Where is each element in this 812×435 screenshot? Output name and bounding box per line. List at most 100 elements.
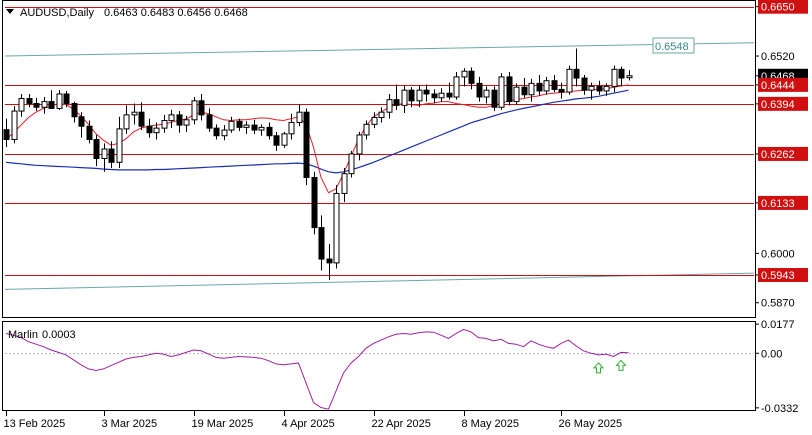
candle-body-bull: [243, 124, 250, 128]
indicator-name: Marlin: [8, 329, 38, 341]
level-price-label: 0.5943: [761, 270, 795, 282]
level-price-label: 0.6394: [761, 99, 795, 111]
candle-body-bear: [491, 89, 498, 108]
candle: [11, 106, 18, 144]
candle: [191, 97, 198, 125]
candle-body-bull: [543, 80, 550, 92]
indicator-tick-label: 0.0177: [761, 319, 795, 331]
candle-body-bull: [386, 99, 393, 113]
candle-body-bull: [41, 101, 48, 108]
ohlc-values: 0.6463 0.6483 0.6456 0.6468: [104, 7, 248, 19]
candle-body-bull: [528, 82, 535, 96]
candle-body-bear: [176, 114, 183, 126]
candle-body-bear: [408, 89, 415, 102]
candle-body-bear: [506, 76, 513, 103]
level-price-label: 0.6444: [761, 80, 795, 92]
candle-body-bear: [108, 148, 115, 163]
candle-body-bear: [236, 120, 243, 128]
candle-body-bull: [11, 110, 18, 141]
candle-body-bear: [423, 89, 430, 95]
time-tick-label: 13 Feb 2025: [4, 418, 66, 430]
time-tick-label: 22 Apr 2025: [372, 418, 431, 430]
candle-body-bear: [536, 82, 543, 92]
candle-body-bull: [153, 127, 160, 134]
candle-body-bear: [63, 93, 70, 104]
candle-body-bear: [618, 68, 625, 79]
candle-body-bull: [453, 76, 460, 98]
candle-body-bull: [438, 92, 445, 99]
candle-body-bull: [498, 76, 505, 108]
candle-body-bear: [93, 139, 100, 159]
candle-body-bear: [251, 124, 258, 131]
candle-body-bear: [521, 86, 528, 96]
candle-body-bear: [558, 88, 565, 93]
time-axis: 13 Feb 2025 3 Mar 2025 19 Mar 2025 4 Apr 20…: [4, 411, 623, 430]
candle-body-bull: [123, 114, 130, 130]
candle: [498, 73, 505, 110]
candle-body-bull: [191, 100, 198, 121]
candle-body-bear: [213, 127, 220, 137]
candle-body-bear: [318, 227, 325, 260]
candle-body-bear: [468, 70, 475, 84]
price-tick-label: 0.5870: [761, 298, 795, 310]
chart-canvas: 0.66500.65200.64680.64440.63940.62620.61…: [2, 0, 808, 430]
candle-body-bull: [401, 89, 408, 106]
candle-body-bull: [288, 121, 295, 135]
candle: [506, 71, 513, 106]
candle-body-bull: [333, 192, 340, 264]
candle-body-bull: [588, 85, 595, 91]
candle-body-bear: [581, 77, 588, 91]
candle-body-bull: [626, 75, 633, 79]
candle-body-bull: [168, 114, 175, 122]
candle-body-bear: [206, 114, 213, 129]
candle-body-bear: [198, 100, 205, 116]
candle-body-bull: [513, 86, 520, 103]
time-tick-label: 8 May 2025: [462, 418, 519, 430]
candle-body-bear: [78, 116, 85, 127]
candle-body-bull: [371, 117, 378, 125]
time-tick-label: 3 Mar 2025: [102, 418, 158, 430]
candle-body-bear: [266, 126, 273, 137]
candle-body-bull: [101, 148, 108, 160]
indicator-value: 0.0003: [42, 329, 76, 341]
candle-body-bull: [611, 68, 618, 87]
candle-body-bear: [3, 129, 10, 141]
level-price-label: 0.6262: [761, 149, 795, 161]
candle-body-bull: [18, 98, 25, 112]
candle-body-bear: [326, 258, 333, 264]
time-tick-label: 19 Mar 2025: [192, 418, 254, 430]
candle-body-bear: [573, 68, 580, 79]
candle-body-bull: [363, 123, 370, 136]
time-tick-label: 26 May 2025: [559, 418, 623, 430]
candle-body-bear: [446, 92, 453, 98]
candle-body-bull: [461, 70, 468, 78]
time-tick-label: 4 Apr 2025: [282, 418, 335, 430]
candle-body-bull: [483, 89, 490, 98]
candle-body-bear: [273, 135, 280, 146]
candle-body-bull: [356, 134, 363, 155]
candle-body-bear: [86, 125, 93, 141]
indicator-tick-label: 0.00: [761, 348, 782, 360]
symbol-label: AUDUSD,Daily: [20, 7, 94, 19]
candle: [281, 131, 288, 148]
level-price-label: 0.6133: [761, 198, 795, 210]
candle-body-bull: [603, 85, 610, 92]
indicator-tick-label: -0.0332: [761, 403, 798, 415]
price-tick-label: 0.6000: [761, 248, 795, 260]
candle-body-bull: [258, 126, 265, 131]
candle: [491, 86, 498, 112]
candle-body-bear: [476, 82, 483, 98]
candle-body-bull: [161, 120, 168, 129]
indicator-panel: [2, 321, 756, 411]
candle-body-bull: [221, 129, 228, 137]
candle-body-bear: [146, 125, 153, 134]
price-axis: 0.66500.65200.64680.64440.63940.62620.61…: [755, 0, 808, 310]
price-panel: [2, 0, 756, 318]
candle-body-bear: [303, 111, 310, 178]
candle-body-bull: [378, 111, 385, 119]
candle: [348, 150, 355, 178]
candle: [303, 108, 310, 186]
candle-body-bear: [138, 111, 145, 127]
candle-body-bear: [311, 176, 318, 229]
candle: [566, 65, 573, 95]
